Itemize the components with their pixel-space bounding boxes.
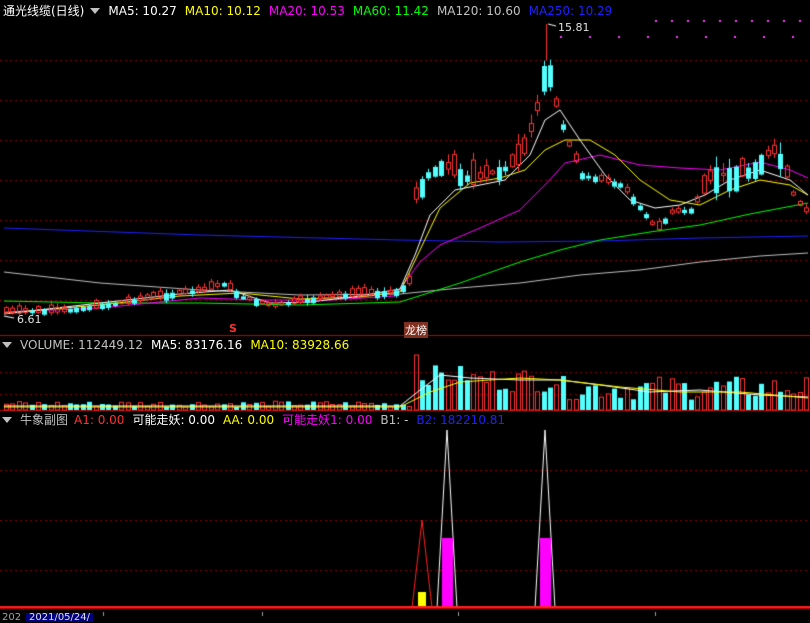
ma5-label: MA5: 10.27 [108, 4, 177, 18]
a1-label: A1: 0.00 [74, 413, 125, 427]
kline-chart-canvas[interactable] [0, 0, 810, 621]
b1-label: B1: - [380, 413, 409, 427]
dropdown-arrow-icon[interactable] [2, 417, 12, 423]
vol-ma5-label: MA5: 83176.16 [151, 338, 243, 352]
volume-panel-header: VOLUME: 112449.12 MA5: 83176.16 MA10: 83… [0, 337, 357, 353]
indicator-title: 牛象副图 [20, 413, 69, 427]
price-panel-header: 通光线缆(日线) MA5: 10.27 MA10: 10.12 MA20: 10… [0, 3, 620, 19]
b2-label: B2: 182210.81 [416, 413, 506, 427]
high-price-label: 15.81 [558, 21, 590, 34]
stock-title: 通光线缆(日线) [3, 4, 85, 18]
vol-ma10-label: MA10: 83928.66 [250, 338, 350, 352]
dropdown-arrow-icon[interactable] [2, 342, 12, 348]
ma20-label: MA20: 10.53 [268, 4, 345, 18]
ma60-label: MA60: 11.42 [352, 4, 429, 18]
volume-label: VOLUME: 112449.12 [20, 338, 143, 352]
ma250-label: MA250: 10.29 [528, 4, 613, 18]
kenengzouyao-label: 可能走妖: 0.00 [132, 413, 216, 427]
s-signal-marker[interactable]: S [229, 322, 237, 335]
kenengzouyao1-label: 可能走妖1: 0.00 [282, 413, 373, 427]
ma10-label: MA10: 10.12 [184, 4, 261, 18]
dropdown-arrow-icon[interactable] [90, 8, 101, 14]
dragon-list-marker[interactable]: 龙榜 [404, 322, 428, 338]
aa-label: AA: 0.00 [223, 413, 275, 427]
ma120-label: MA120: 10.60 [436, 4, 521, 18]
axis-year-label: 202 [2, 612, 22, 623]
indicator-panel-header: 牛象副图 A1: 0.00 可能走妖: 0.00 AA: 0.00 可能走妖1:… [0, 412, 513, 428]
low-price-label: 6.61 [17, 313, 42, 326]
